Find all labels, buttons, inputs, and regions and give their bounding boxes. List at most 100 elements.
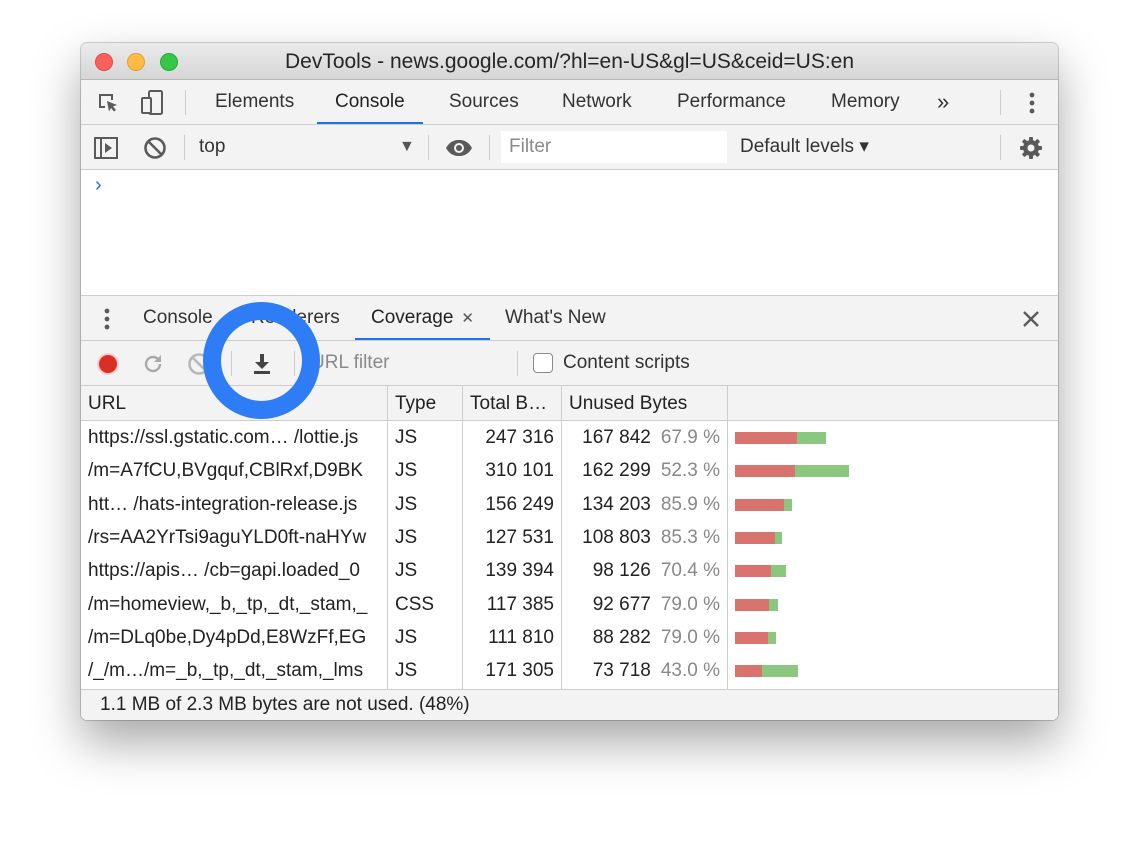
tab-console[interactable]: Console — [317, 80, 423, 124]
kebab-menu-icon[interactable] — [1021, 90, 1043, 116]
column-header-type[interactable]: Type — [388, 386, 436, 421]
unused-bytes-value: 98 126 — [592, 560, 651, 582]
unused-bytes-value: 73 718 — [592, 660, 651, 682]
unused-percent: 85.9 % — [660, 493, 720, 515]
usage-bar — [735, 598, 779, 611]
log-levels-dropdown[interactable]: Default levels ▾ — [740, 125, 869, 169]
toolbar-divider — [184, 135, 185, 160]
unused-percent: 67.9 % — [660, 427, 720, 448]
usage-bar — [735, 432, 826, 444]
toolbar-divider — [517, 351, 518, 376]
column-header-url[interactable]: URL — [81, 386, 126, 421]
usage-bar-unused — [735, 432, 797, 444]
usage-bar — [735, 531, 782, 544]
column-header-total-bytes[interactable]: Total B… — [463, 386, 547, 421]
gear-icon[interactable] — [1018, 135, 1044, 161]
console-toolbar: top ▼ Default levels ▾ — [81, 125, 1058, 170]
url-cell: /rs=AA2YrTsi9aguYLD0ft-naHYw — [88, 526, 367, 548]
close-tab-icon[interactable]: ✕ — [461, 310, 474, 327]
chevron-down-icon[interactable]: ▼ — [399, 125, 415, 169]
window-close-button[interactable] — [95, 53, 113, 71]
total-bytes-cell: 156 249 — [485, 493, 554, 515]
table-row[interactable]: /m=homeview,_b,_tp,_dt,_stam,_ CSS 117 385… — [81, 588, 1058, 621]
toolbar-divider — [428, 135, 429, 160]
highlight-ring — [203, 302, 320, 419]
window-maximize-button[interactable] — [160, 53, 178, 71]
unused-percent: 85.3 % — [660, 526, 720, 548]
show-sidebar-icon[interactable] — [93, 135, 119, 161]
inspect-element-icon[interactable] — [95, 90, 121, 116]
table-row[interactable]: https://apis… /cb=gapi.loaded_0 JS 139 394… — [81, 554, 1058, 587]
table-row[interactable]: /rs=AA2YrTsi9aguYLD0ft-naHYw JS 127 531 108… — [81, 521, 1058, 554]
unused-bytes-value: 134 203 — [582, 493, 651, 515]
unused-percent: 79.0 % — [660, 593, 720, 615]
tab-sources[interactable]: Sources — [449, 80, 519, 124]
unused-bytes-cell: 88 282 79.0 % — [564, 621, 720, 654]
usage-bar-unused — [735, 498, 785, 511]
usage-bar-unused — [735, 531, 775, 544]
url-filter-input[interactable] — [303, 347, 513, 379]
unused-bytes-value: 108 803 — [582, 526, 651, 548]
unused-bytes-cell: 92 677 79.0 % — [564, 588, 720, 621]
eye-icon[interactable] — [444, 135, 474, 161]
reload-icon[interactable] — [140, 351, 166, 377]
console-prompt[interactable]: › — [95, 174, 102, 197]
total-bytes-cell: 171 305 — [485, 660, 554, 682]
device-toolbar-icon[interactable] — [139, 89, 165, 117]
content-scripts-checkbox[interactable] — [533, 353, 553, 373]
table-row[interactable]: https://ssl.gstatic.com… /lottie.js JS 247… — [81, 421, 1058, 454]
url-cell: /_/m…/m=_b,_tp,_dt,_stam,_lms — [88, 660, 364, 682]
tab-performance[interactable]: Performance — [677, 80, 786, 124]
console-output[interactable]: › — [81, 170, 1058, 296]
unused-bytes-cell: 108 803 85.3 % — [564, 521, 720, 554]
table-row[interactable]: /m=DLq0be,Dy4pDd,E8WzFf,EG JS 111 810 88 28… — [81, 621, 1058, 654]
type-cell: JS — [395, 560, 418, 582]
close-drawer-icon[interactable] — [1018, 306, 1044, 332]
table-row[interactable]: htt… /hats-integration-release.js JS 156 2… — [81, 488, 1058, 521]
coverage-summary: 1.1 MB of 2.3 MB bytes are not used. (48… — [81, 689, 1058, 720]
unused-bytes-cell: 162 299 52.3 % — [564, 454, 720, 487]
drawer-tab-coverage[interactable]: Coverage ✕ — [355, 296, 490, 340]
column-header-unused-bytes[interactable]: Unused Bytes — [562, 386, 687, 421]
drawer-tab-whats-new[interactable]: What's New — [505, 296, 606, 340]
toolbar-divider — [1000, 135, 1001, 160]
content-scripts-label[interactable]: Content scripts — [563, 341, 690, 385]
type-cell: JS — [395, 427, 418, 448]
toolbar-divider — [489, 135, 490, 160]
url-cell: htt… /hats-integration-release.js — [88, 493, 358, 515]
table-row[interactable]: /_/m…/m=_b,_tp,_dt,_stam,_lms JS 171 305 73… — [81, 654, 1058, 687]
usage-bar-unused — [735, 565, 772, 578]
tab-network[interactable]: Network — [562, 80, 632, 124]
usage-bar-used — [771, 565, 787, 578]
title-bar: DevTools - news.google.com/?hl=en-US&gl=… — [81, 43, 1058, 80]
coverage-table: URL Type Total B… Unused Bytes https://s… — [81, 386, 1058, 689]
tab-memory[interactable]: Memory — [831, 80, 900, 124]
usage-bar — [735, 631, 777, 644]
window-minimize-button[interactable] — [127, 53, 145, 71]
context-selector[interactable]: top — [199, 125, 225, 169]
unused-percent: 43.0 % — [660, 660, 720, 682]
url-cell: https://apis… /cb=gapi.loaded_0 — [88, 560, 360, 582]
usage-bar — [735, 465, 849, 478]
more-tabs-button[interactable]: » — [937, 80, 949, 124]
toolbar-divider — [185, 90, 186, 115]
drawer-tab-console[interactable]: Console — [143, 296, 213, 340]
table-row[interactable]: /m=A7fCU,BVgquf,CBlRxf,D9BK JS 310 101 162 … — [81, 454, 1058, 487]
unused-bytes-cell: 73 718 43.0 % — [564, 654, 720, 687]
record-button[interactable] — [95, 351, 121, 377]
usage-bar-used — [762, 665, 798, 678]
unused-percent: 70.4 % — [660, 560, 720, 582]
unused-bytes-value: 92 677 — [592, 593, 651, 615]
usage-bar — [735, 665, 798, 678]
clear-console-icon[interactable] — [142, 135, 168, 161]
tab-elements[interactable]: Elements — [215, 80, 294, 124]
total-bytes-cell: 127 531 — [485, 526, 554, 548]
drawer-menu-icon[interactable] — [99, 306, 115, 332]
window-title: DevTools - news.google.com/?hl=en-US&gl=… — [284, 50, 855, 73]
unused-percent: 52.3 % — [660, 460, 720, 482]
main-tab-bar: Elements Console Sources Network Perform… — [81, 80, 1058, 125]
total-bytes-cell: 310 101 — [485, 460, 554, 482]
console-filter-input[interactable] — [501, 131, 727, 163]
unused-bytes-value: 167 842 — [582, 427, 651, 448]
unused-bytes-cell: 134 203 85.9 % — [564, 488, 720, 521]
